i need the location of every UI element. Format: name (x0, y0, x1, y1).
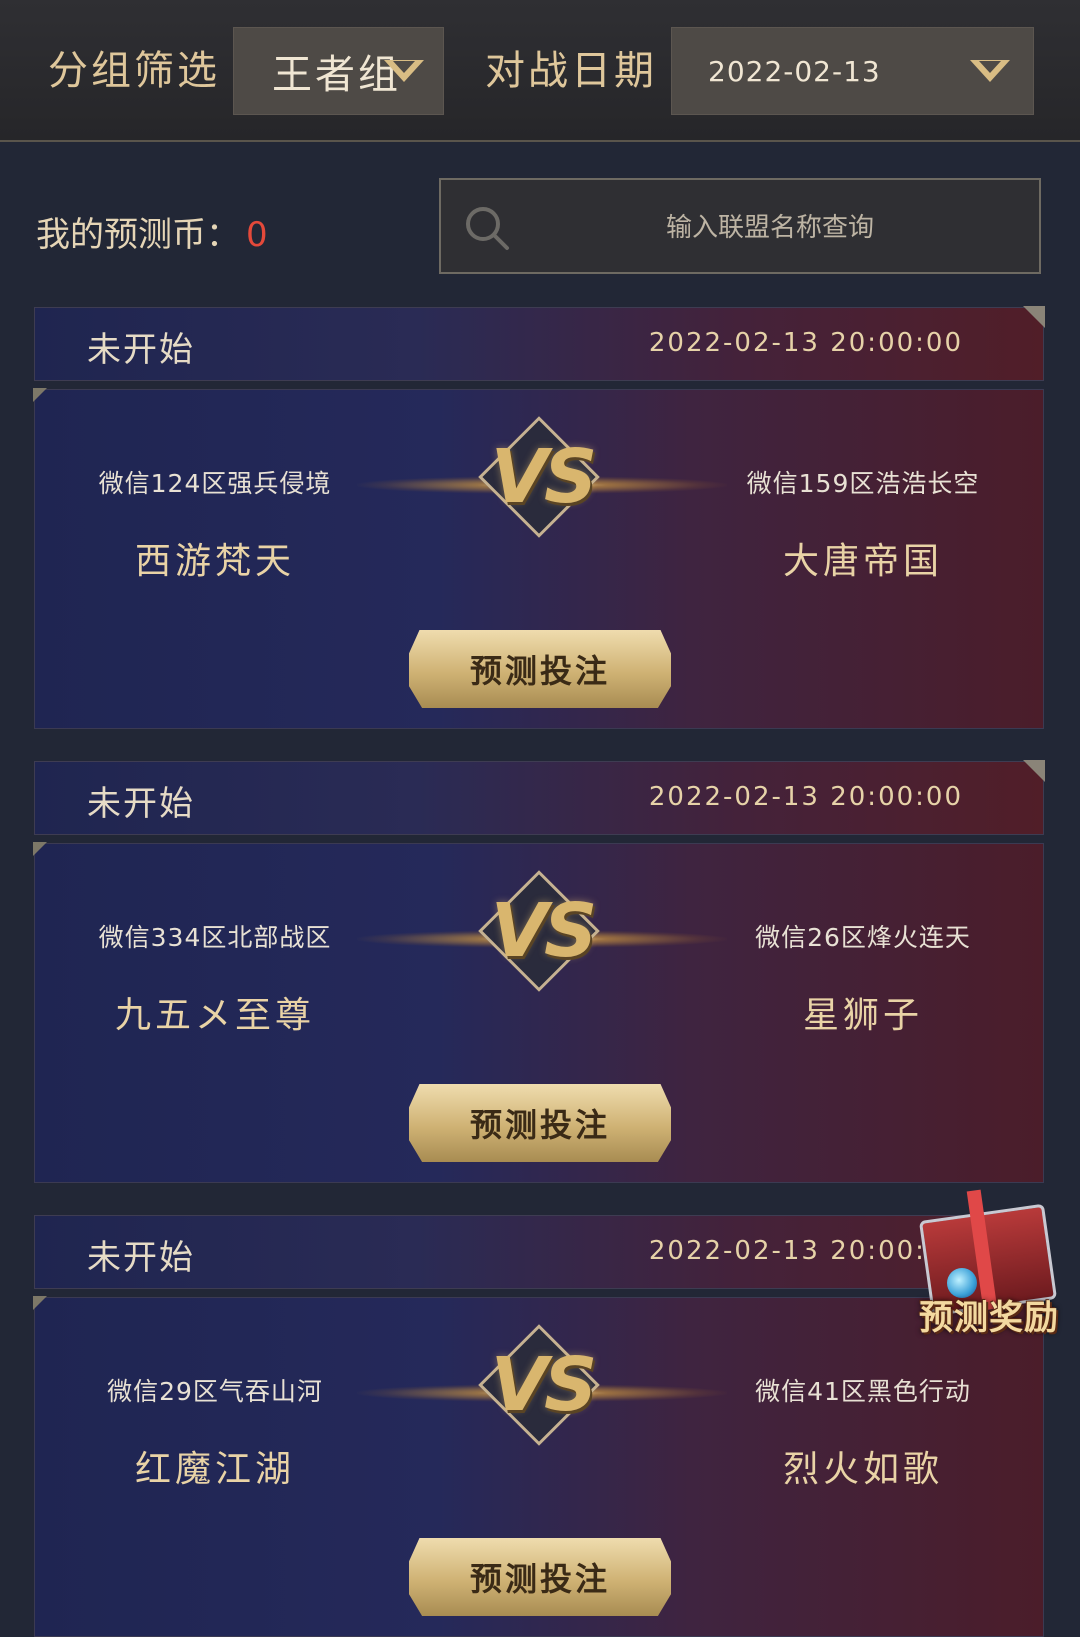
predict-bet-button[interactable]: 预测投注 (409, 1538, 671, 1616)
match-status: 未开始 (87, 1238, 195, 1278)
match-body: 微信29区气吞山河 红魔江湖 VS 微信41区黑色行动 烈火如歌 预测投注 (33, 1296, 1044, 1637)
chevron-down-icon (970, 60, 1010, 82)
alliance-search (439, 178, 1041, 274)
team-server: 微信334区北部战区 (98, 923, 332, 952)
team-alliance: 烈火如歌 (782, 1449, 943, 1490)
chevron-down-icon (384, 60, 424, 82)
filter-bar: 分组筛选 王者组 对战日期 2022-02-13 (0, 0, 1080, 142)
team-server: 微信124区强兵侵境 (98, 469, 332, 498)
match-time: 2022-02-13 20:00:00 (648, 782, 963, 812)
match-header: 未开始 2022-02-13 20:00:00 (34, 306, 1045, 381)
match-status: 未开始 (87, 784, 195, 824)
match-body: 微信124区强兵侵境 西游梵天 VS 微信159区浩浩长空 大唐帝国 预测投注 (33, 388, 1044, 729)
vs-icon: VS (490, 1342, 598, 1428)
team-alliance: 九五メ至尊 (114, 995, 315, 1036)
match-status: 未开始 (87, 330, 195, 370)
match-header: 未开始 2022-02-13 20:00:00 (34, 1214, 1045, 1289)
vs-icon: VS (490, 434, 598, 520)
match-body: 微信334区北部战区 九五メ至尊 VS 微信26区烽火连天 星狮子 预测投注 (33, 842, 1044, 1183)
match-time: 2022-02-13 20:00:00 (648, 328, 963, 358)
team-alliance: 西游梵天 (134, 541, 295, 582)
coin-value: 0 (246, 215, 268, 255)
team-alliance: 大唐帝国 (782, 541, 943, 582)
team-server: 微信29区气吞山河 (107, 1377, 323, 1406)
coin-balance: 我的预测币： 0 (36, 207, 268, 256)
search-input[interactable] (521, 200, 1019, 256)
team-alliance: 星狮子 (802, 995, 923, 1036)
prediction-reward-label: 预测奖励 (919, 1298, 1059, 1338)
coin-label: 我的预测币： (36, 215, 240, 255)
vs-emblem: VS (357, 870, 727, 1004)
vs-emblem: VS (357, 416, 727, 550)
team-server: 微信41区黑色行动 (755, 1377, 971, 1406)
team-alliance: 红魔江湖 (134, 1449, 295, 1490)
search-icon (466, 207, 509, 250)
team-server: 微信26区烽火连天 (755, 923, 971, 952)
group-filter-label: 分组筛选 (48, 48, 220, 94)
group-select[interactable]: 王者组 (233, 27, 444, 115)
match-header: 未开始 2022-02-13 20:00:00 (34, 760, 1045, 835)
predict-bet-button[interactable]: 预测投注 (409, 1084, 671, 1162)
corner-decoration (33, 842, 47, 856)
corner-decoration (33, 388, 47, 402)
corner-decoration (1023, 760, 1045, 782)
date-select[interactable]: 2022-02-13 (671, 27, 1034, 115)
vs-emblem: VS (357, 1324, 727, 1458)
corner-decoration (1023, 306, 1045, 328)
date-filter-label: 对战日期 (485, 48, 657, 94)
team-server: 微信159区浩浩长空 (746, 469, 980, 498)
predict-bet-button[interactable]: 预测投注 (409, 630, 671, 708)
vs-icon: VS (490, 888, 598, 974)
prediction-reward-button[interactable]: 预测奖励 (903, 1186, 1075, 1346)
corner-decoration (33, 1296, 47, 1310)
